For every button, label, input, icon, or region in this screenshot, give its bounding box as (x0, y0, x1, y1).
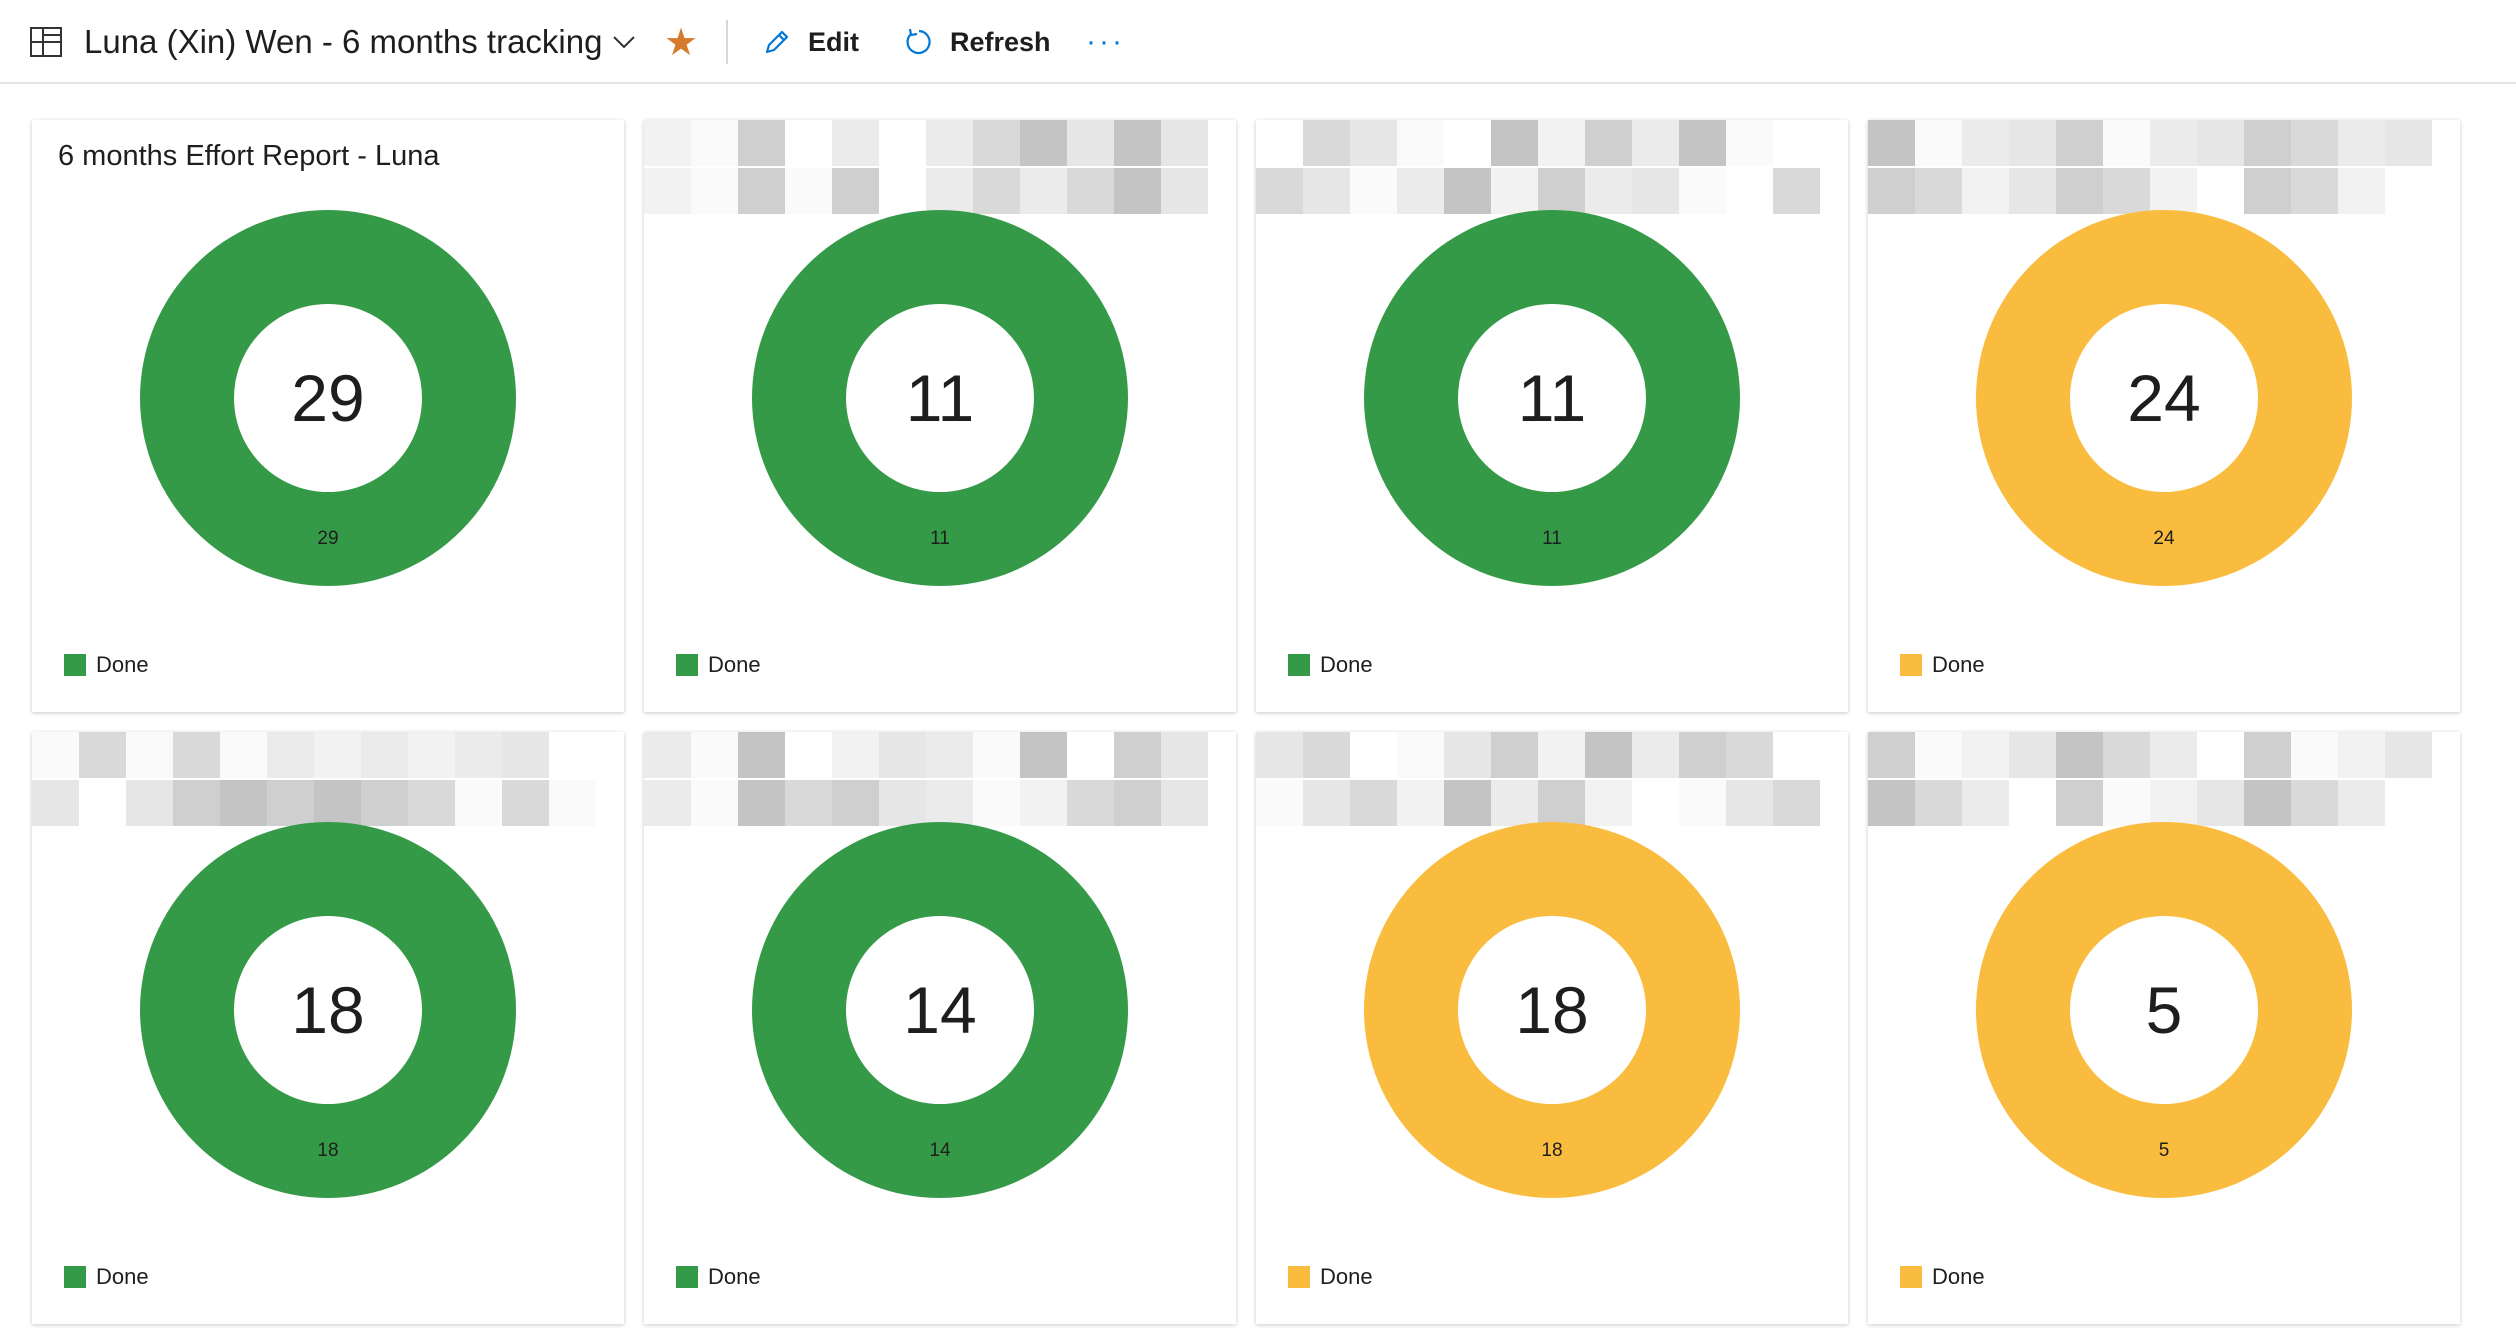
legend-label: Done (708, 1264, 761, 1289)
refresh-label: Refresh (950, 26, 1051, 57)
legend-item-done[interactable]: Done (1900, 1264, 1985, 1290)
donut-ring[interactable]: 24 24 (1976, 210, 2352, 586)
donut-chart-widget[interactable]: 14 14 Done (644, 732, 1236, 1324)
donut-total: 29 (234, 304, 422, 492)
slice-data-label: 18 (1541, 1140, 1563, 1161)
slice-data-label: 11 (930, 528, 950, 549)
donut-total: 18 (234, 916, 422, 1104)
legend-label: Done (1320, 652, 1373, 677)
donut-ring[interactable]: 18 18 (140, 822, 516, 1198)
slice-data-label: 29 (317, 528, 339, 549)
legend-item-done[interactable]: Done (676, 652, 761, 678)
pencil-icon (765, 30, 789, 54)
donut-total: 24 (2070, 304, 2258, 492)
refresh-icon (906, 28, 931, 55)
redacted-title (1256, 120, 1848, 216)
legend-label: Done (96, 1264, 149, 1289)
donut-chart-widget[interactable]: 11 11 Done (644, 120, 1236, 712)
donut-ring[interactable]: 11 11 (752, 210, 1128, 586)
legend-item-done[interactable]: Done (1900, 652, 1985, 678)
donut-total: 5 (2070, 916, 2258, 1104)
legend-item-done[interactable]: Done (64, 1264, 149, 1290)
redacted-title (1868, 732, 2460, 828)
donut-total: 18 (1458, 916, 1646, 1104)
legend-swatch (64, 1266, 86, 1288)
legend-item-done[interactable]: Done (676, 1264, 761, 1290)
edit-label: Edit (808, 26, 859, 57)
donut-chart-widget[interactable]: 18 18 Done (1256, 732, 1848, 1324)
dashboard-toolbar: Luna (Xin) Wen - 6 months tracking ★ Edi… (0, 0, 2516, 84)
dashboard-icon (30, 0, 64, 84)
slice-data-label: 18 (317, 1140, 339, 1161)
donut-ring[interactable]: 11 11 (1364, 210, 1740, 586)
widget-title: 6 months Effort Report - Luna (58, 140, 440, 172)
donut-chart-widget[interactable]: 6 months Effort Report - Luna 29 29 Done (32, 120, 624, 712)
legend-label: Done (1932, 652, 1985, 677)
legend-swatch (64, 654, 86, 676)
donut-ring[interactable]: 18 18 (1364, 822, 1740, 1198)
slice-data-label: 5 (2158, 1140, 2170, 1161)
donut-total: 11 (846, 304, 1034, 492)
redacted-title (1256, 732, 1848, 828)
redacted-title (1868, 120, 2460, 216)
chevron-down-icon[interactable] (612, 0, 638, 84)
slice-data-label: 14 (929, 1140, 951, 1161)
donut-ring[interactable]: 55 (1976, 822, 2352, 1198)
refresh-button[interactable]: Refresh (904, 0, 1051, 84)
legend-swatch (1900, 1266, 1922, 1288)
legend-item-done[interactable]: Done (1288, 652, 1373, 678)
donut-chart-widget[interactable]: 11 11 Done (1256, 120, 1848, 712)
toolbar-divider (726, 20, 728, 64)
donut-ring[interactable]: 14 14 (752, 822, 1128, 1198)
slice-data-label: 24 (2153, 528, 2175, 549)
legend-label: Done (1320, 1264, 1373, 1289)
donut-ring[interactable]: 29 29 (140, 210, 516, 586)
slice-data-label: 11 (1542, 528, 1562, 549)
legend-swatch (1288, 1266, 1310, 1288)
edit-button[interactable]: Edit (762, 0, 859, 84)
donut-chart-widget[interactable]: 18 18 Done (32, 732, 624, 1324)
redacted-title (32, 732, 624, 828)
legend-label: Done (708, 652, 761, 677)
legend-item-done[interactable]: Done (64, 652, 149, 678)
redacted-title (644, 732, 1236, 828)
donut-total: 14 (846, 916, 1034, 1104)
donut-chart-widget[interactable]: 24 24 Done (1868, 120, 2460, 712)
donut-chart-widget[interactable]: 5 5 Done (1868, 732, 2460, 1324)
more-options-button[interactable]: ··· (1086, 0, 1125, 84)
legend-label: Done (96, 652, 149, 677)
star-icon[interactable]: ★ (664, 0, 698, 84)
dashboard-title[interactable]: Luna (Xin) Wen - 6 months tracking (84, 0, 602, 84)
legend-label: Done (1932, 1264, 1985, 1289)
legend-swatch (676, 1266, 698, 1288)
legend-swatch (1288, 654, 1310, 676)
legend-swatch (676, 654, 698, 676)
legend-swatch (1900, 654, 1922, 676)
donut-total: 11 (1458, 304, 1646, 492)
legend-item-done[interactable]: Done (1288, 1264, 1373, 1290)
redacted-title (644, 120, 1236, 216)
